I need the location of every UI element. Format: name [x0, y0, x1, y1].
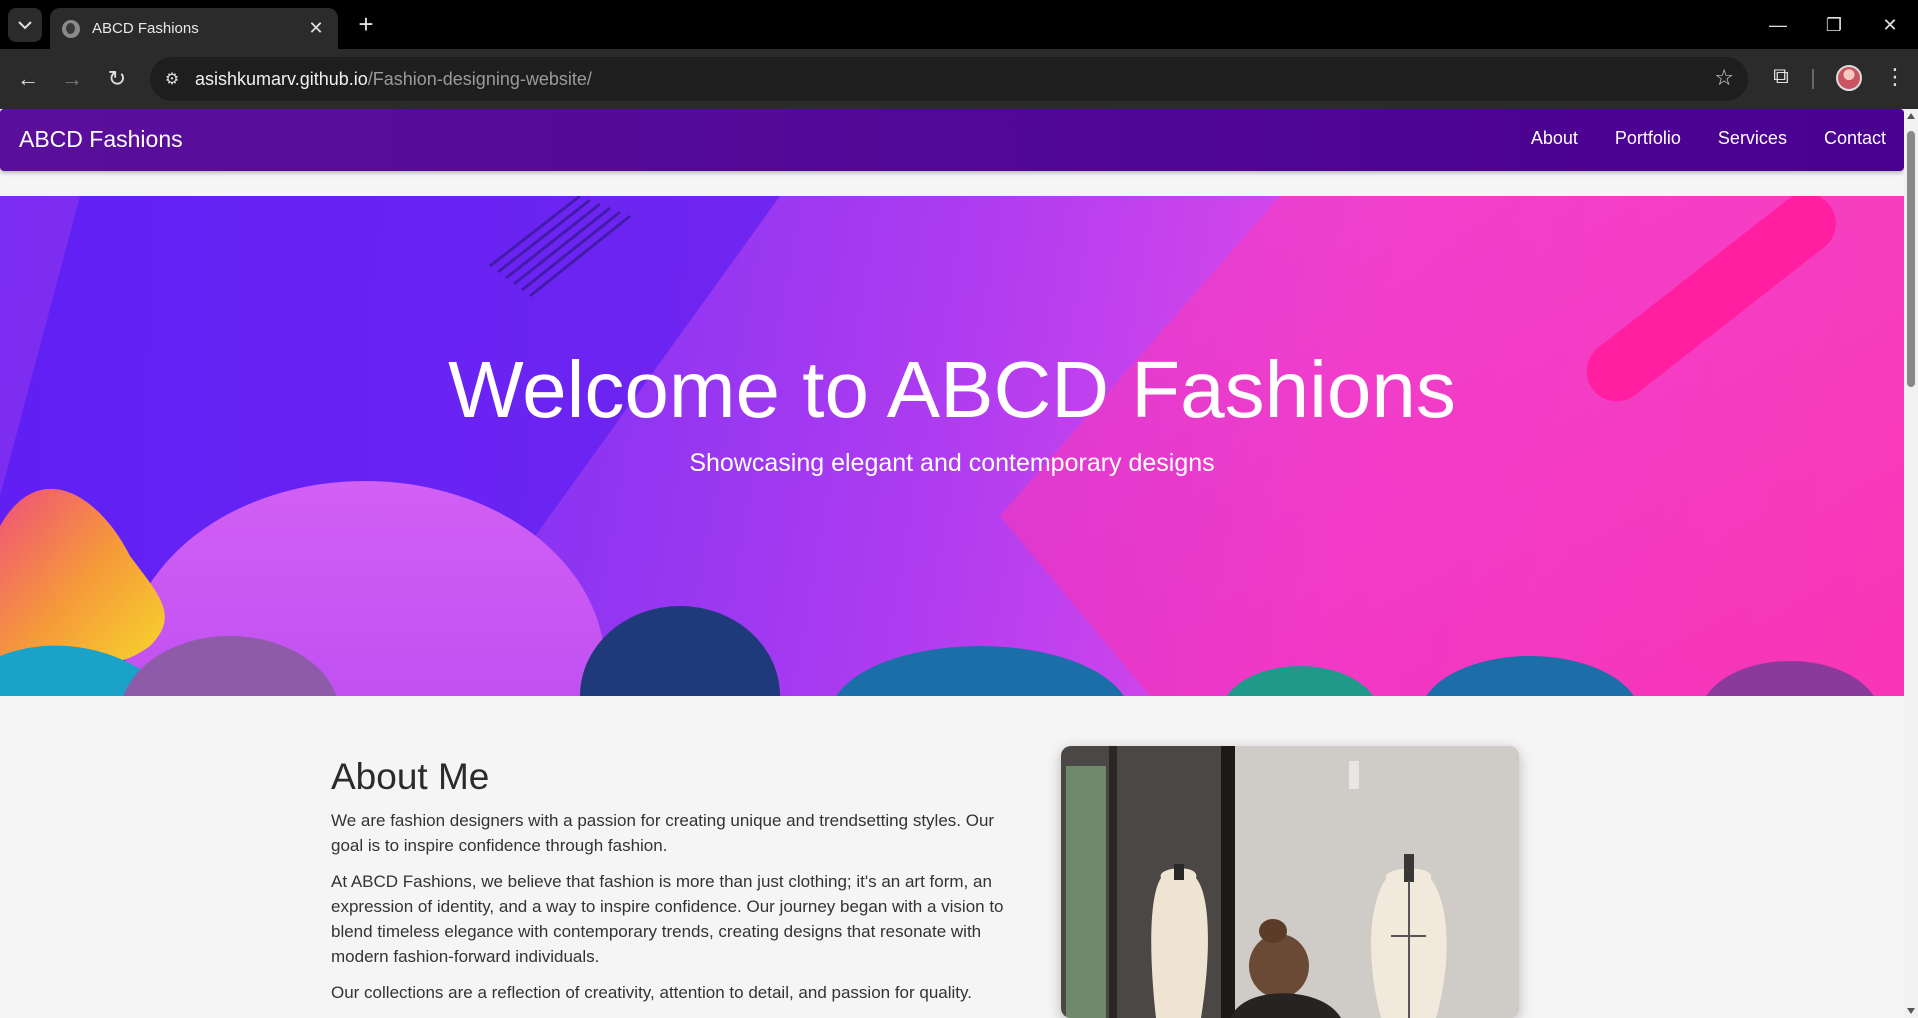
- browser-toolbar: ← → ↻ ⚙ asishkumarv.github.io/Fashion-de…: [0, 49, 1918, 109]
- web-page: ABCD Fashions About Portfolio Services C…: [0, 109, 1904, 1018]
- minimize-button[interactable]: —: [1758, 8, 1798, 42]
- toolbar-divider: [1812, 69, 1814, 89]
- nav-links: About Portfolio Services Contact: [1531, 128, 1886, 149]
- new-tab-button[interactable]: +: [352, 10, 380, 38]
- url-text[interactable]: asishkumarv.github.io/Fashion-designing-…: [195, 69, 592, 90]
- hero-subtitle: Showcasing elegant and contemporary desi…: [689, 449, 1215, 477]
- tab-search-button[interactable]: [8, 8, 42, 42]
- nav-link-contact[interactable]: Contact: [1824, 128, 1886, 149]
- close-tab-icon[interactable]: ✕: [306, 18, 326, 39]
- about-heading: About Me: [331, 756, 490, 797]
- extensions-icon[interactable]: ⧉: [1766, 63, 1796, 93]
- site-info-icon[interactable]: ⚙: [155, 62, 189, 96]
- browser-tab[interactable]: ABCD Fashions ✕: [50, 8, 338, 49]
- hero-title: Welcome to ABCD Fashions: [448, 345, 1456, 434]
- designer-photo: [1061, 746, 1519, 1018]
- about-paragraph: At ABCD Fashions, we believe that fashio…: [331, 872, 1004, 966]
- site-brand[interactable]: ABCD Fashions: [19, 126, 183, 153]
- close-window-button[interactable]: ✕: [1870, 8, 1910, 42]
- back-button[interactable]: ←: [12, 63, 44, 95]
- scroll-down-icon[interactable]: [1907, 1008, 1915, 1014]
- scroll-up-icon[interactable]: [1907, 113, 1915, 119]
- tab-strip: ABCD Fashions ✕ + — ❐ ✕: [0, 0, 1918, 49]
- scrollbar-thumb[interactable]: [1907, 131, 1915, 387]
- nav-link-services[interactable]: Services: [1718, 128, 1787, 149]
- url-host: asishkumarv.github.io: [195, 68, 368, 89]
- address-bar[interactable]: ⚙ asishkumarv.github.io/Fashion-designin…: [150, 57, 1748, 101]
- about-paragraph: We are fashion designers with a passion …: [331, 811, 995, 855]
- nav-link-about[interactable]: About: [1531, 128, 1578, 149]
- tab-title: ABCD Fashions: [92, 20, 199, 37]
- page-scrollbar[interactable]: [1904, 109, 1918, 1018]
- browser-menu-icon[interactable]: ⋮: [1884, 64, 1906, 94]
- reload-button[interactable]: ↻: [101, 63, 133, 95]
- forward-button[interactable]: →: [56, 63, 88, 95]
- about-section: About Me We are fashion designers with a…: [0, 696, 1904, 1018]
- hero-background-art: [0, 196, 1904, 696]
- nav-link-portfolio[interactable]: Portfolio: [1615, 128, 1681, 149]
- profile-avatar[interactable]: [1836, 65, 1862, 91]
- designer-at-work-image: [1061, 746, 1519, 1018]
- globe-icon: [62, 19, 80, 38]
- site-navbar: ABCD Fashions About Portfolio Services C…: [0, 109, 1904, 171]
- url-path: /Fashion-designing-website/: [367, 68, 592, 89]
- hero-banner: Welcome to ABCD Fashions Showcasing eleg…: [0, 196, 1904, 696]
- chevron-down-icon: [18, 21, 32, 30]
- bookmark-star-icon[interactable]: ☆: [1714, 65, 1734, 91]
- about-paragraph: Our collections are a reflection of crea…: [331, 983, 972, 1002]
- restore-button[interactable]: ❐: [1814, 8, 1854, 42]
